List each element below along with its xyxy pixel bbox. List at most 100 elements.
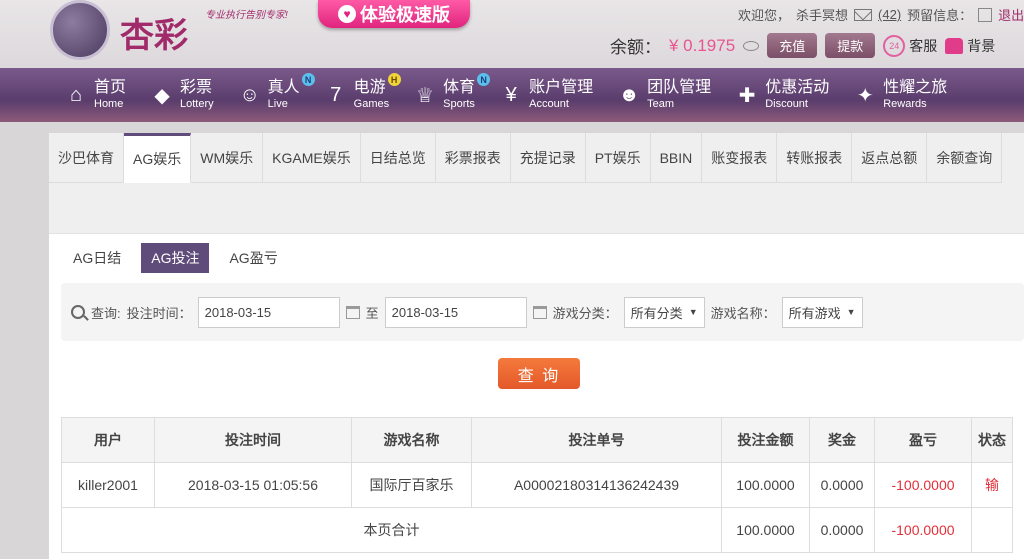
calendar-icon[interactable] xyxy=(532,305,547,319)
end-date-input[interactable]: 2018-03-15 xyxy=(384,296,527,328)
nav-item-home[interactable]: ⌂ 首页 Home xyxy=(64,68,126,122)
calendar-icon[interactable] xyxy=(345,305,360,319)
nav-item-team[interactable]: ☻ 团队管理 Team xyxy=(617,68,712,122)
tab-12[interactable]: 余额查询 xyxy=(927,133,1003,183)
game-category-value: 所有分类 xyxy=(630,305,683,321)
table-header: 用户 投注时间 游戏名称 投注单号 投注金额 奖金 盈亏 状态 xyxy=(61,417,1013,463)
tab-5[interactable]: 彩票报表 xyxy=(435,133,511,183)
column-header: 游戏名称 xyxy=(351,417,472,463)
home-icon: ⌂ xyxy=(69,83,83,106)
nav-item-label: 账户管理 xyxy=(529,79,594,96)
message-count[interactable]: (42) xyxy=(878,7,901,22)
total-status xyxy=(971,507,1013,553)
tab-3[interactable]: KGAME娱乐 xyxy=(263,133,361,183)
nav-item-sublabel: Lottery xyxy=(180,98,214,110)
total-pnl: -100.0000 xyxy=(874,507,972,553)
search-icon xyxy=(71,305,85,319)
reserved-info-label: 预留信息： xyxy=(907,8,973,23)
nav-item-sublabel: Team xyxy=(647,98,675,110)
fast-version-button[interactable]: ♥ 体验极速版 xyxy=(318,0,470,28)
nav-item-sublabel: Discount xyxy=(765,98,808,110)
background-link[interactable]: 背景 xyxy=(945,36,995,56)
lottery-ticket-icon: ◆ xyxy=(154,84,170,107)
gift-icon: ✚ xyxy=(738,84,756,107)
tab-8[interactable]: BBIN xyxy=(650,133,703,183)
logo-emblem xyxy=(50,0,110,60)
nav-item-lottery[interactable]: ◆ 彩票 Lottery xyxy=(150,68,214,122)
subtab-2[interactable]: AG盈亏 xyxy=(219,243,287,273)
nav-item-label: 彩票 xyxy=(180,79,213,96)
nav-item-text: 体育 Sports xyxy=(443,80,475,110)
eye-icon[interactable] xyxy=(743,40,760,51)
column-header: 奖金 xyxy=(809,417,875,463)
nav-item-live[interactable]: ☺ 真人 Live N xyxy=(238,68,315,122)
brand-slogan: 专业执行告别专家! xyxy=(205,10,288,21)
nav-item-label: 电游 xyxy=(353,79,386,96)
query-button[interactable]: 查 询 xyxy=(498,358,580,389)
table-cell: 0.0000 xyxy=(809,462,875,508)
nav-item-sublabel: Live xyxy=(267,98,288,110)
game-name-label: 游戏名称： xyxy=(710,305,776,321)
nav-item-text: 彩票 Lottery xyxy=(180,80,214,110)
nav-item-text: 优惠活动 Discount xyxy=(765,80,829,110)
nav-item-sublabel: Sports xyxy=(443,98,475,110)
nav-item-text: 首页 Home xyxy=(94,80,126,110)
tab-6[interactable]: 充提记录 xyxy=(510,133,586,183)
balance-value: ¥ 0.1975 xyxy=(669,35,736,55)
tab-4[interactable]: 日结总览 xyxy=(360,133,436,183)
nav-item-account[interactable]: ¥ 账户管理 Account xyxy=(499,68,594,122)
nav-item-rewards[interactable]: ✦ 性耀之旅 Rewards xyxy=(853,68,947,122)
table-row: killer2001 2018-03-15 01:05:56 国际厅百家乐 A0000… xyxy=(61,462,1013,508)
subtab-0[interactable]: AG日结 xyxy=(63,243,131,273)
customer-service-link[interactable]: 24 客服 xyxy=(883,34,938,57)
mail-icon[interactable] xyxy=(854,8,873,21)
game-category-select[interactable]: 所有分类 ▼ xyxy=(623,296,705,328)
nav-item-discount[interactable]: ✚ 优惠活动 Discount xyxy=(735,68,829,122)
nav-item-label: 真人 xyxy=(267,79,300,96)
column-header: 投注单号 xyxy=(471,417,722,463)
nav-item-label: 性耀之旅 xyxy=(883,79,948,96)
subtab-1[interactable]: AG投注 xyxy=(141,243,210,273)
nav-item-sublabel: Rewards xyxy=(883,98,927,110)
deposit-button[interactable]: 充值 xyxy=(767,33,818,58)
nav-item-sports[interactable]: ♕ 体育 Sports N xyxy=(413,68,491,122)
start-date-input[interactable]: 2018-03-15 xyxy=(197,296,340,328)
nav-badge: N xyxy=(477,73,491,86)
game-name-select[interactable]: 所有游戏 ▼ xyxy=(781,296,863,328)
tab-1[interactable]: AG娱乐 xyxy=(124,133,192,183)
report-tabs: 沙巴体育 AG娱乐 WM娱乐 KGAME娱乐 日结总览 彩票报表 充提记录 PT娱乐 BBIN 账… xyxy=(49,133,1024,234)
column-header: 状态 xyxy=(971,417,1013,463)
nav-item-sublabel: Account xyxy=(529,98,569,110)
withdraw-button[interactable]: 提款 xyxy=(825,33,876,58)
customer-service-label: 客服 xyxy=(909,37,938,54)
date-to-label: 至 xyxy=(365,305,379,321)
table-footer-row: 本页合计 100.0000 0.0000 -100.0000 xyxy=(61,507,1013,553)
query-label: 查询: xyxy=(91,305,121,321)
trophy-icon: ♕ xyxy=(416,84,435,107)
edit-icon[interactable] xyxy=(978,7,993,22)
table-cell: 国际厅百家乐 xyxy=(351,462,472,508)
logout-link[interactable]: 退出 xyxy=(998,5,1024,24)
headset-icon: 24 xyxy=(883,34,906,57)
chevron-down-icon: ▼ xyxy=(688,307,698,317)
tab-2[interactable]: WM娱乐 xyxy=(191,133,264,183)
tab-9[interactable]: 账变报表 xyxy=(702,133,778,183)
nav-item-games[interactable]: 7 电游 Games H xyxy=(324,68,401,122)
nav-item-text: 团队管理 Team xyxy=(647,80,711,110)
tab-11[interactable]: 返点总额 xyxy=(852,133,928,183)
nav-item-text: 真人 Live xyxy=(268,80,300,110)
rewards-icon: ✦ xyxy=(856,84,874,107)
user-info: 欢迎您， 杀手冥想 (42) 预留信息： 退出 xyxy=(738,5,1024,24)
background-label: 背景 xyxy=(967,37,996,54)
chevron-down-icon: ▼ xyxy=(846,307,856,317)
tab-10[interactable]: 转账报表 xyxy=(777,133,853,183)
column-header: 用户 xyxy=(61,417,155,463)
query-bar: 查询: 投注时间： 2018-03-15 至 2018-03-15 游戏分类： … xyxy=(61,283,1024,341)
table-cell: A00002180314136242439 xyxy=(471,462,722,508)
tab-0[interactable]: 沙巴体育 xyxy=(49,133,124,183)
logo[interactable]: 杏彩 xyxy=(50,0,200,64)
tab-7[interactable]: PT娱乐 xyxy=(585,133,651,183)
table-cell: 输 xyxy=(971,462,1013,508)
column-header: 投注金额 xyxy=(721,417,810,463)
table-cell: killer2001 xyxy=(61,462,155,508)
